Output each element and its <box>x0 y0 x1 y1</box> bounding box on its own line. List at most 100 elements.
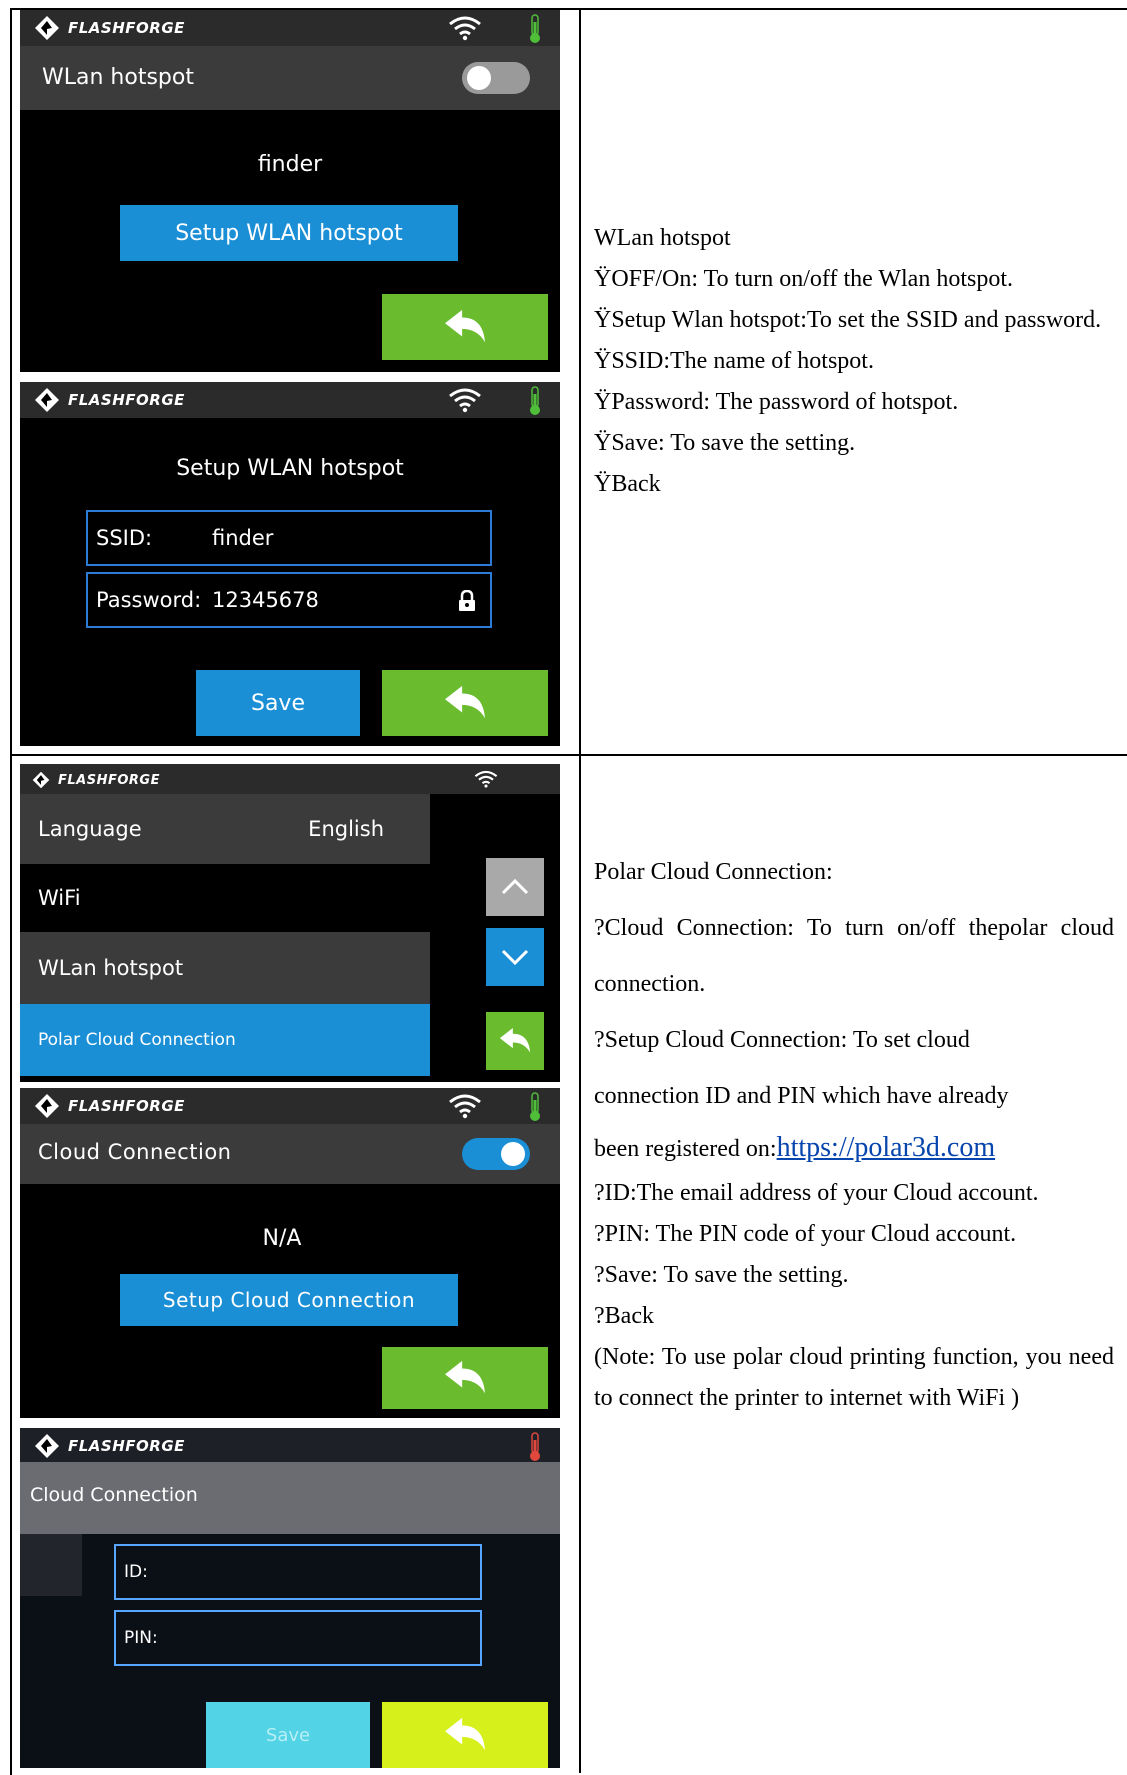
back-arrow-icon <box>441 684 489 722</box>
status-bar: FLASHFORGE <box>20 1088 560 1124</box>
pin-field[interactable]: PIN: <box>114 1610 482 1666</box>
menu-item-label: WiFi <box>38 886 81 910</box>
description-item: ?Save: To save the setting. <box>594 1262 849 1288</box>
menu-item-wlan-hotspot[interactable]: WLan hotspot <box>20 932 430 1004</box>
password-field[interactable]: Password: 12345678 <box>86 572 492 628</box>
id-field[interactable]: ID: <box>114 1544 482 1600</box>
description-heading: Polar Cloud Connection: <box>594 859 833 885</box>
cloud-connection-screen: FLASHFORGE Cloud Connection N/A Setup Cl… <box>20 1088 560 1418</box>
flashforge-logo: FLASHFORGE <box>34 14 185 42</box>
cloud-status-value: N/A <box>262 1226 302 1251</box>
cloud-connection-toggle[interactable] <box>462 1138 530 1170</box>
brand-name: FLASHFORGE <box>68 1437 185 1455</box>
description-item: been registered on: <box>594 1136 777 1162</box>
polar-cloud-description: Polar Cloud Connection: ?Cloud Connectio… <box>594 844 1114 1419</box>
toggle-knob <box>467 66 491 90</box>
menu-item-language[interactable]: Language English <box>20 794 430 864</box>
back-arrow-icon <box>497 1026 533 1056</box>
menu-item-value: English <box>308 817 384 841</box>
page-title: WLan hotspot <box>42 65 194 90</box>
description-item: ŸSSID:The name of hotspot. <box>594 348 874 374</box>
description-item: ŸOFF/On: To turn on/off the Wlan hotspot… <box>594 266 1013 292</box>
brand-name: FLASHFORGE <box>58 772 160 788</box>
hotspot-ssid-value: finder <box>257 152 323 177</box>
back-arrow-icon <box>441 1359 489 1397</box>
back-arrow-icon <box>441 308 489 346</box>
setup-wlan-screen: FLASHFORGE Setup WLAN hotspot SSID: find… <box>20 382 560 746</box>
brand-name: FLASHFORGE <box>68 19 185 37</box>
description-item: ŸPassword: The password of hotspot. <box>594 389 959 415</box>
flashforge-logo: FLASHFORGE <box>34 1092 185 1120</box>
logo-icon <box>34 387 60 413</box>
thermometer-icon <box>530 1092 540 1121</box>
row-divider <box>10 754 1127 756</box>
description-heading: WLan hotspot <box>594 225 731 251</box>
scroll-down-button[interactable] <box>486 928 544 986</box>
description-item: ŸSave: To save the setting. <box>594 430 856 456</box>
menu-item-label: WLan hotspot <box>38 956 184 980</box>
brand-name: FLASHFORGE <box>68 391 185 409</box>
wifi-icon <box>448 387 482 413</box>
status-bar: FLASHFORGE <box>20 10 560 46</box>
brand-name: FLASHFORGE <box>68 1097 185 1115</box>
polar3d-link[interactable]: https://polar3d.com <box>777 1132 996 1163</box>
logo-icon <box>34 1433 60 1459</box>
wifi-icon <box>448 1093 482 1119</box>
wlan-hotspot-screen: FLASHFORGE WLan hotspot finder Setup WLA… <box>20 10 560 372</box>
description-item: ŸSetup Wlan hotspot:To set the SSID and … <box>594 307 1102 333</box>
title-bar: WLan hotspot <box>20 46 560 110</box>
wifi-icon <box>448 15 482 41</box>
description-item: ?Setup Cloud Connection: To set cloud <box>594 1027 970 1053</box>
back-button[interactable] <box>382 294 548 360</box>
description-item: ?Cloud Connection: To turn on/off thepol… <box>594 915 1114 997</box>
wlan-hotspot-toggle[interactable] <box>462 62 530 94</box>
thermometer-icon <box>530 14 540 43</box>
menu-item-label: Language <box>38 817 142 841</box>
logo-icon <box>32 771 50 789</box>
logo-icon <box>34 1093 60 1119</box>
password-value: 12345678 <box>212 588 319 612</box>
settings-menu-screen: FLASHFORGE Language English WiFi WLan ho… <box>20 764 560 1082</box>
menu-item-wifi[interactable]: WiFi <box>20 864 430 932</box>
wifi-icon <box>474 769 498 789</box>
back-arrow-icon <box>441 1716 489 1754</box>
toggle-knob <box>501 1142 525 1166</box>
scroll-up-button[interactable] <box>486 858 544 916</box>
save-button[interactable]: Save <box>206 1702 370 1768</box>
flashforge-logo: FLASHFORGE <box>34 386 185 414</box>
menu-item-polar-cloud-connection[interactable]: Polar Cloud Connection <box>20 1004 430 1076</box>
side-panel <box>20 1534 82 1596</box>
setup-wlan-hotspot-button[interactable]: Setup WLAN hotspot <box>120 205 458 261</box>
flashforge-logo: FLASHFORGE <box>34 1432 185 1460</box>
page-title: Cloud Connection <box>38 1140 232 1164</box>
description-item: ?Back <box>594 1303 654 1329</box>
wlan-hotspot-description: WLan hotspot ŸOFF/On: To turn on/off the… <box>594 218 1114 505</box>
logo-icon <box>34 15 60 41</box>
status-bar: FLASHFORGE <box>20 764 560 794</box>
description-item: ?ID:The email address of your Cloud acco… <box>594 1180 1039 1206</box>
password-label: Password: <box>96 588 202 612</box>
back-button[interactable] <box>382 1702 548 1768</box>
chevron-down-icon <box>501 949 529 966</box>
back-button[interactable] <box>382 670 548 736</box>
description-item: ŸBack <box>594 471 661 497</box>
ssid-label: SSID: <box>96 526 153 550</box>
thermometer-icon <box>530 1432 540 1461</box>
page-title: Cloud Connection <box>30 1484 198 1506</box>
cloud-setup-screen: FLASHFORGE Cloud Connection ID: PIN: Sav… <box>20 1428 560 1768</box>
chevron-up-icon <box>501 878 529 895</box>
back-button[interactable] <box>382 1347 548 1409</box>
flashforge-logo: FLASHFORGE <box>32 766 160 794</box>
description-note: (Note: To use polar cloud printing funct… <box>594 1344 1114 1411</box>
page-title: Setup WLAN hotspot <box>176 456 404 481</box>
setup-cloud-connection-button[interactable]: Setup Cloud Connection <box>120 1274 458 1326</box>
pin-label: PIN: <box>124 1628 158 1648</box>
id-label: ID: <box>124 1562 148 1582</box>
ssid-value: finder <box>212 526 274 550</box>
description-item: ?PIN: The PIN code of your Cloud account… <box>594 1221 1017 1247</box>
save-button[interactable]: Save <box>196 670 360 736</box>
thermometer-icon <box>530 386 540 415</box>
status-bar: FLASHFORGE <box>20 382 560 418</box>
back-button[interactable] <box>486 1012 544 1070</box>
ssid-field[interactable]: SSID: finder <box>86 510 492 566</box>
